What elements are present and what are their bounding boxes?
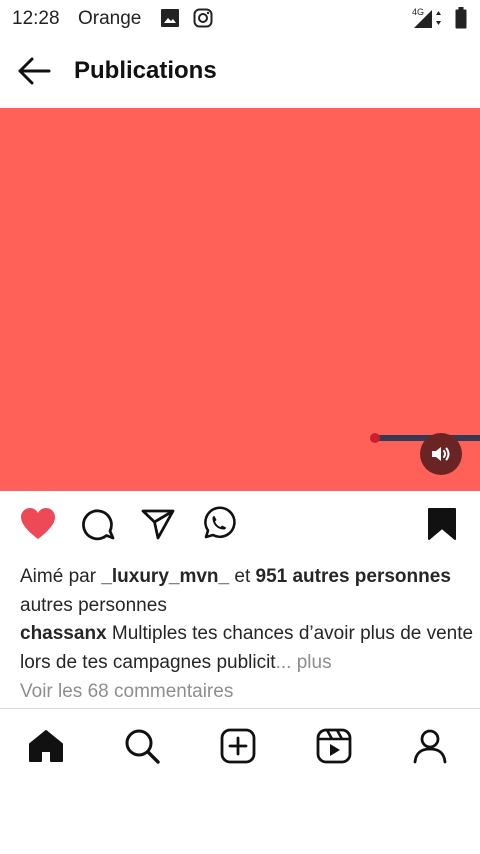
network-label: 4G — [412, 7, 424, 17]
profile-icon — [413, 729, 447, 764]
caption-ellipsis: ... — [275, 652, 292, 673]
status-time: 12:28 — [12, 8, 60, 29]
post-media[interactable] — [0, 108, 480, 491]
share-button[interactable] — [140, 506, 176, 542]
post-caption: chassanx Multiples tes chances d’avoir p… — [20, 619, 475, 677]
nav-home[interactable] — [26, 726, 66, 766]
page-title: Publications — [74, 57, 217, 84]
arrow-left-icon — [18, 57, 51, 85]
back-button[interactable] — [16, 56, 56, 86]
media-dot-graphic — [370, 433, 380, 443]
like-button[interactable] — [20, 506, 56, 542]
instagram-icon — [193, 8, 213, 33]
status-bar: 12:28 Orange 4G — [0, 0, 480, 36]
heart-filled-icon — [21, 508, 55, 539]
bottom-navigation — [0, 709, 480, 783]
whatsapp-icon — [204, 506, 236, 539]
whatsapp-share-button[interactable] — [200, 506, 236, 542]
likes-prefix: Aimé par — [20, 566, 102, 587]
comment-icon — [82, 509, 115, 541]
save-button[interactable] — [424, 506, 460, 542]
status-carrier: Orange — [78, 8, 142, 29]
nav-create[interactable] — [218, 726, 258, 766]
nav-search[interactable] — [122, 726, 162, 766]
nav-profile[interactable] — [410, 726, 450, 766]
likes-suffix: autres personnes — [20, 595, 167, 616]
image-icon — [160, 8, 180, 33]
sound-toggle-button[interactable] — [420, 433, 462, 475]
nav-reels[interactable] — [314, 726, 354, 766]
likes-middle: et — [229, 566, 256, 587]
top-app-bar: Publications — [0, 36, 480, 108]
signal-icon: 4G — [410, 6, 444, 35]
view-comments-link[interactable]: Voir les 68 commentaires — [20, 681, 233, 703]
caption-more-link[interactable]: plus — [297, 652, 332, 673]
likes-count[interactable]: 951 autres personnes — [256, 566, 451, 587]
author-username[interactable]: chassanx — [20, 623, 107, 644]
reels-icon — [316, 728, 352, 764]
bookmark-filled-icon — [428, 508, 456, 540]
battery-icon — [455, 7, 467, 34]
comment-button[interactable] — [80, 506, 116, 542]
liker-username[interactable]: _luxury_mvn_ — [101, 566, 229, 587]
search-icon — [125, 729, 160, 764]
paper-plane-icon — [141, 509, 175, 540]
likes-summary[interactable]: Aimé par _luxury_mvn_ et 951 autres pers… — [20, 562, 470, 620]
home-icon — [29, 730, 63, 762]
volume-icon — [432, 447, 450, 461]
post-actions — [0, 496, 480, 556]
add-post-icon — [220, 728, 256, 764]
